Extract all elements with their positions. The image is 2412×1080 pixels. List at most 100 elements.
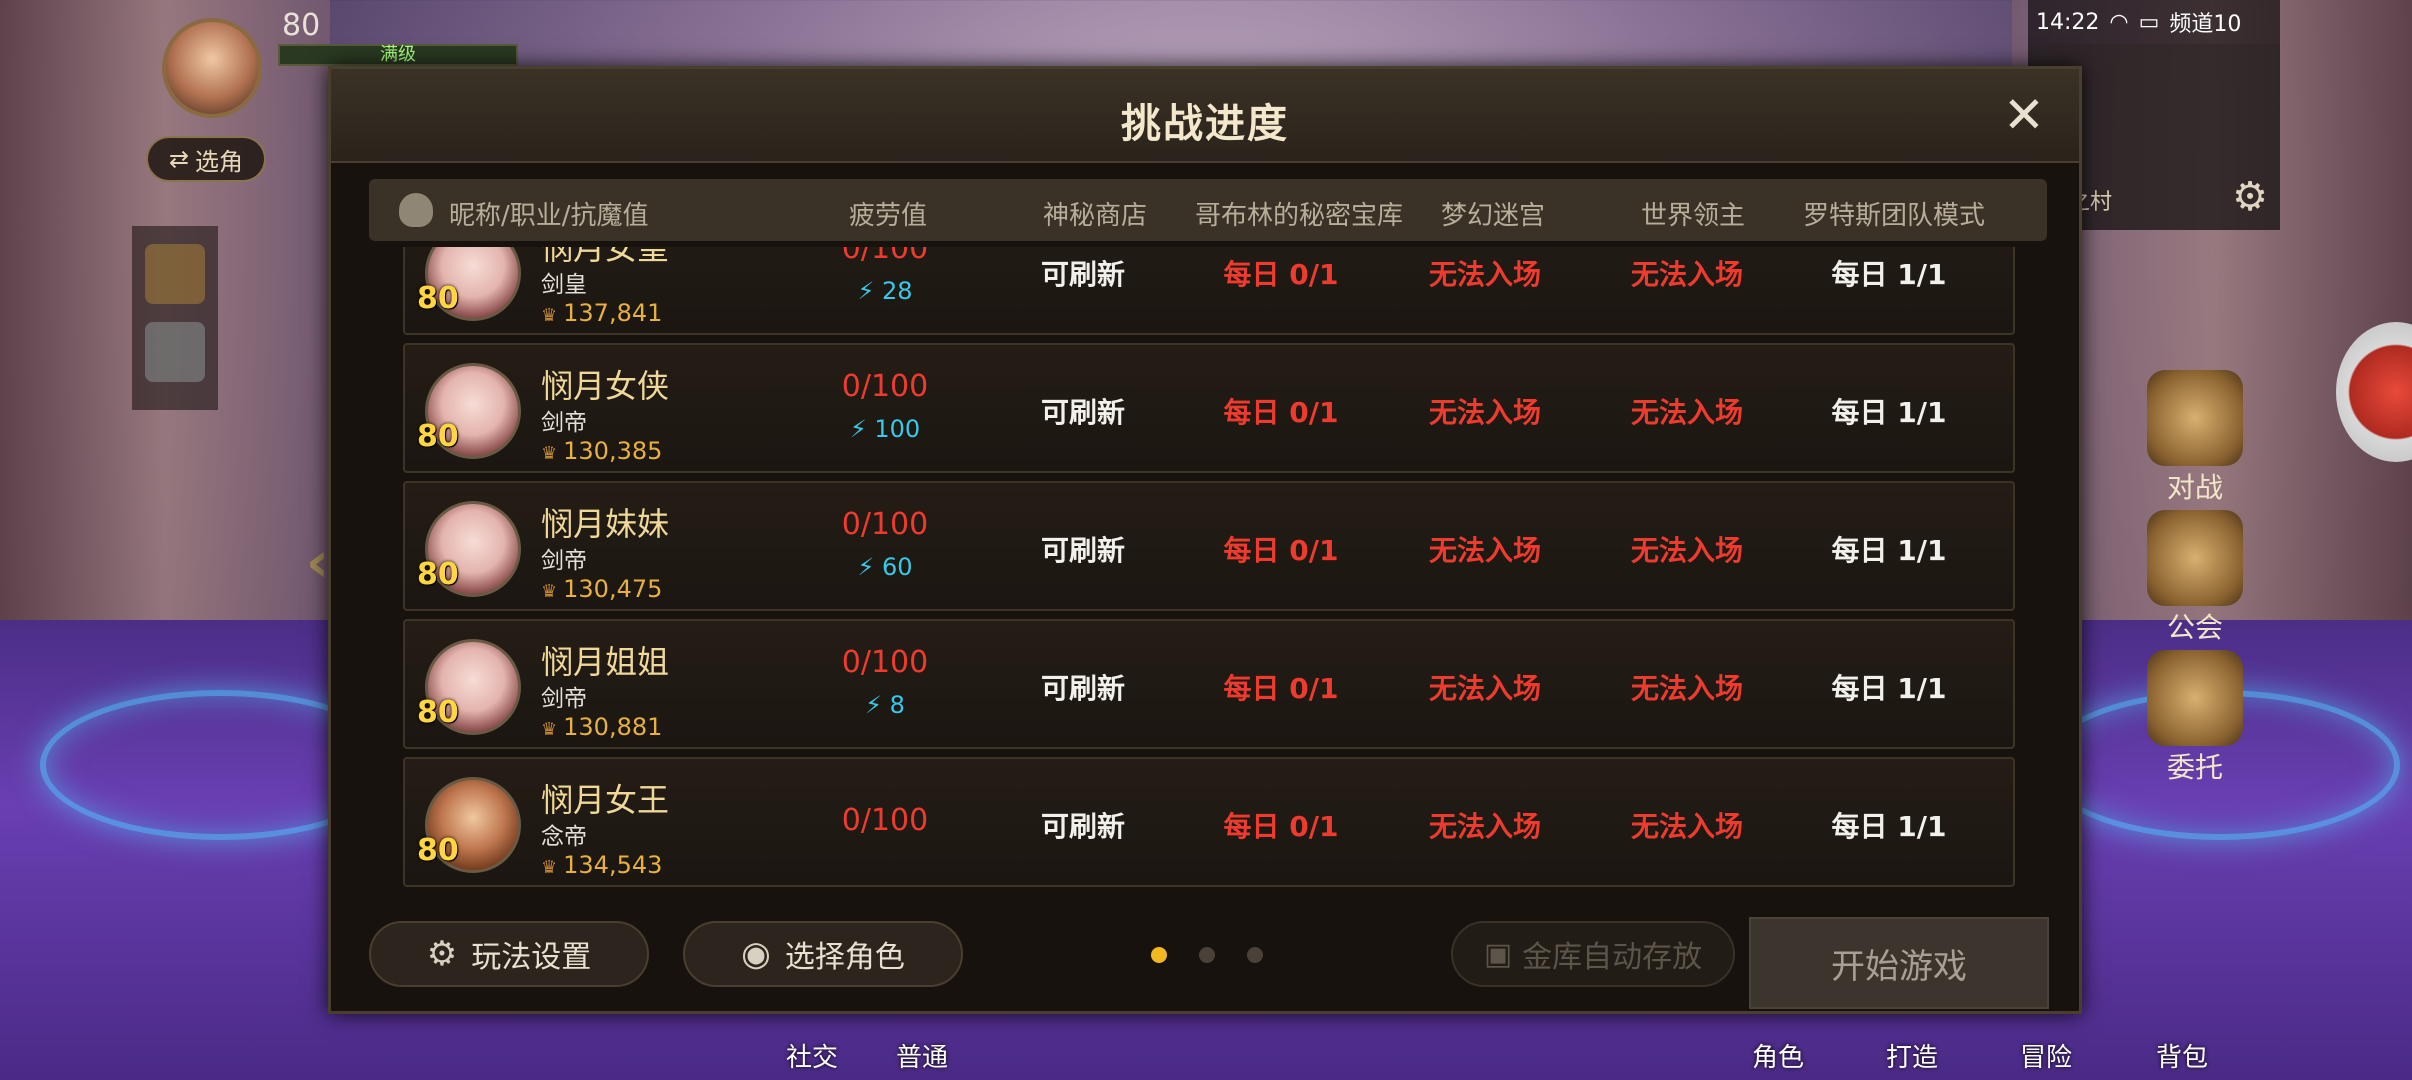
- player-avatar[interactable]: [162, 18, 262, 118]
- select-role-label: 选择角色: [784, 940, 905, 975]
- rotus-status: 每日 1/1: [1831, 810, 1947, 843]
- fatigue-regen: ⚡ 60: [805, 553, 965, 581]
- power-value: 137,841: [563, 299, 663, 327]
- goblin-status: 每日 0/1: [1223, 534, 1339, 567]
- side-nav-label: 公会: [2166, 611, 2223, 644]
- switch-role-button[interactable]: ⇄ 选角: [146, 136, 266, 182]
- vault-auto-store-button[interactable]: ▣ 金库自动存放: [1451, 921, 1735, 987]
- challenge-progress-dialog: 挑战进度 ✕ 昵称/职业/抗魔值 疲劳值 神秘商店 哥布林的秘密宝库 梦幻迷宫 …: [328, 66, 2082, 1014]
- lord-status: 无法入场: [1630, 258, 1743, 291]
- fatigue-value: 0/100: [841, 645, 929, 680]
- character-row[interactable]: 80 悯月女侠 剑帝 ♛ 130,385 0/100 ⚡ 100 可刷新 每日 0…: [403, 343, 2015, 473]
- character-row[interactable]: 80 悯月妹妹 剑帝 ♛ 130,475 0/100 ⚡ 60 可刷新 每日 0/…: [403, 481, 2015, 611]
- dialog-footer: ⚙ 玩法设置 ◉ 选择角色 ▣ 金库自动存放 开始游戏: [331, 901, 2079, 1011]
- lightning-icon: ⚡: [849, 415, 867, 443]
- side-nav-label: 委托: [2166, 751, 2223, 784]
- bottom-nav-adventure[interactable]: 冒险: [2020, 1037, 2072, 1074]
- bottom-nav-bag[interactable]: 背包: [2156, 1037, 2208, 1074]
- dream-status: 无法入场: [1428, 534, 1541, 567]
- power-value: 130,385: [563, 437, 663, 465]
- regen-value: 28: [881, 277, 913, 305]
- regen-value: 8: [889, 691, 905, 719]
- character-name: 悯月女侠: [541, 367, 670, 405]
- shop-status: 可刷新: [1040, 810, 1125, 843]
- bottom-nav-social[interactable]: 社交: [786, 1037, 838, 1074]
- fatigue-value: 0/100: [841, 507, 929, 542]
- gameplay-settings-label: 玩法设置: [471, 940, 592, 975]
- character-job: 念帝: [541, 824, 587, 850]
- level-badge: 80: [417, 695, 459, 730]
- dream-status: 无法入场: [1428, 672, 1541, 705]
- fatigue-value: 0/100: [841, 369, 929, 404]
- prev-page-arrow-icon[interactable]: ‹: [306, 530, 329, 595]
- dream-status: 无法入场: [1428, 258, 1541, 291]
- lord-status: 无法入场: [1630, 396, 1743, 429]
- column-header: 昵称/职业/抗魔值 疲劳值 神秘商店 哥布林的秘密宝库 梦幻迷宫 世界领主 罗特…: [369, 179, 2047, 241]
- page-dot-1[interactable]: [1151, 947, 1167, 963]
- side-nav-battle[interactable]: 对战: [2130, 370, 2260, 506]
- select-role-button[interactable]: ◉ 选择角色: [683, 921, 963, 987]
- rotus-status: 每日 1/1: [1831, 672, 1947, 705]
- exp-bar: 满级: [278, 44, 518, 66]
- dream-status: 无法入场: [1428, 396, 1541, 429]
- gear-icon[interactable]: ⚙: [2232, 174, 2268, 220]
- crown-icon: ♛: [541, 857, 558, 878]
- character-job: 剑帝: [541, 686, 587, 712]
- character-power: ♛ 130,881: [541, 713, 662, 741]
- battery-icon: ▭: [2138, 9, 2160, 35]
- col-fatigue: 疲劳值: [849, 201, 928, 231]
- gameplay-settings-button[interactable]: ⚙ 玩法设置: [369, 921, 649, 987]
- dialog-header: 挑战进度 ✕: [331, 69, 2079, 163]
- power-value: 130,881: [563, 713, 663, 741]
- wifi-icon: ◠: [2109, 9, 2129, 35]
- scroll-icon[interactable]: [145, 244, 205, 304]
- friends-icon[interactable]: [145, 322, 205, 382]
- character-select-icon: ◉: [741, 934, 771, 974]
- page-indicator: [1151, 947, 1263, 963]
- character-row[interactable]: 80 悯月女王 念帝 ♛ 134,543 0/100 可刷新 每日 0/1 无法入…: [403, 757, 2015, 887]
- goblin-status: 每日 0/1: [1223, 810, 1339, 843]
- character-row[interactable]: 80 悯月女皇 剑皇 ♛ 137,841 0/100 ⚡ 28 可刷新 每日 0/…: [403, 247, 2015, 335]
- level-badge: 80: [417, 557, 459, 592]
- character-name: 悯月妹妹: [541, 505, 670, 543]
- character-name: 悯月姐姐: [541, 643, 670, 681]
- bottom-nav-character[interactable]: 角色: [1752, 1037, 1804, 1074]
- col-rotus: 罗特斯团队模式: [1803, 201, 1986, 231]
- channel-label: 频道10: [2169, 12, 2242, 37]
- switch-role-label: 选角: [195, 147, 244, 176]
- lightning-icon: ⚡: [857, 277, 875, 305]
- side-nav-label: 对战: [2166, 471, 2223, 504]
- col-dream: 梦幻迷宫: [1441, 201, 1546, 231]
- page-dot-3[interactable]: [1247, 947, 1263, 963]
- close-icon[interactable]: ✕: [1999, 90, 2049, 143]
- side-nav-commission[interactable]: 委托: [2130, 650, 2260, 786]
- character-row[interactable]: 80 悯月姐姐 剑帝 ♛ 130,881 0/100 ⚡ 8 可刷新 每日 0/1…: [403, 619, 2015, 749]
- bottom-nav-normal[interactable]: 普通: [896, 1037, 948, 1074]
- left-quick-icons: [132, 226, 218, 410]
- swap-icon: ⇄: [168, 145, 190, 173]
- page-dot-2[interactable]: [1199, 947, 1215, 963]
- dialog-title: 挑战进度: [1121, 101, 1289, 147]
- rotus-status: 每日 1/1: [1831, 534, 1947, 567]
- shop-status: 可刷新: [1040, 396, 1125, 429]
- character-job: 剑皇: [541, 272, 587, 298]
- col-lord: 世界领主: [1641, 201, 1746, 231]
- character-power: ♛ 137,841: [541, 299, 662, 327]
- level-badge: 80: [417, 281, 459, 316]
- character-job: 剑帝: [541, 548, 587, 574]
- character-power: ♛ 134,543: [541, 851, 662, 879]
- lightning-icon: ⚡: [865, 691, 882, 719]
- crown-icon: ♛: [541, 581, 558, 602]
- crown-icon: ♛: [541, 443, 558, 464]
- character-name: 悯月女王: [541, 781, 670, 819]
- lord-status: 无法入场: [1630, 534, 1743, 567]
- character-list[interactable]: 80 悯月女皇 剑皇 ♛ 137,841 0/100 ⚡ 28 可刷新 每日 0/…: [331, 247, 2079, 953]
- side-nav-guild[interactable]: 公会: [2130, 510, 2260, 646]
- col-shop: 神秘商店: [1043, 201, 1148, 231]
- start-game-button[interactable]: 开始游戏: [1749, 917, 2049, 1009]
- power-value: 130,475: [563, 575, 663, 603]
- character-power: ♛ 130,385: [541, 437, 662, 465]
- bottom-nav-craft[interactable]: 打造: [1886, 1037, 1938, 1074]
- regen-value: 60: [881, 553, 913, 581]
- regen-value: 100: [874, 415, 921, 443]
